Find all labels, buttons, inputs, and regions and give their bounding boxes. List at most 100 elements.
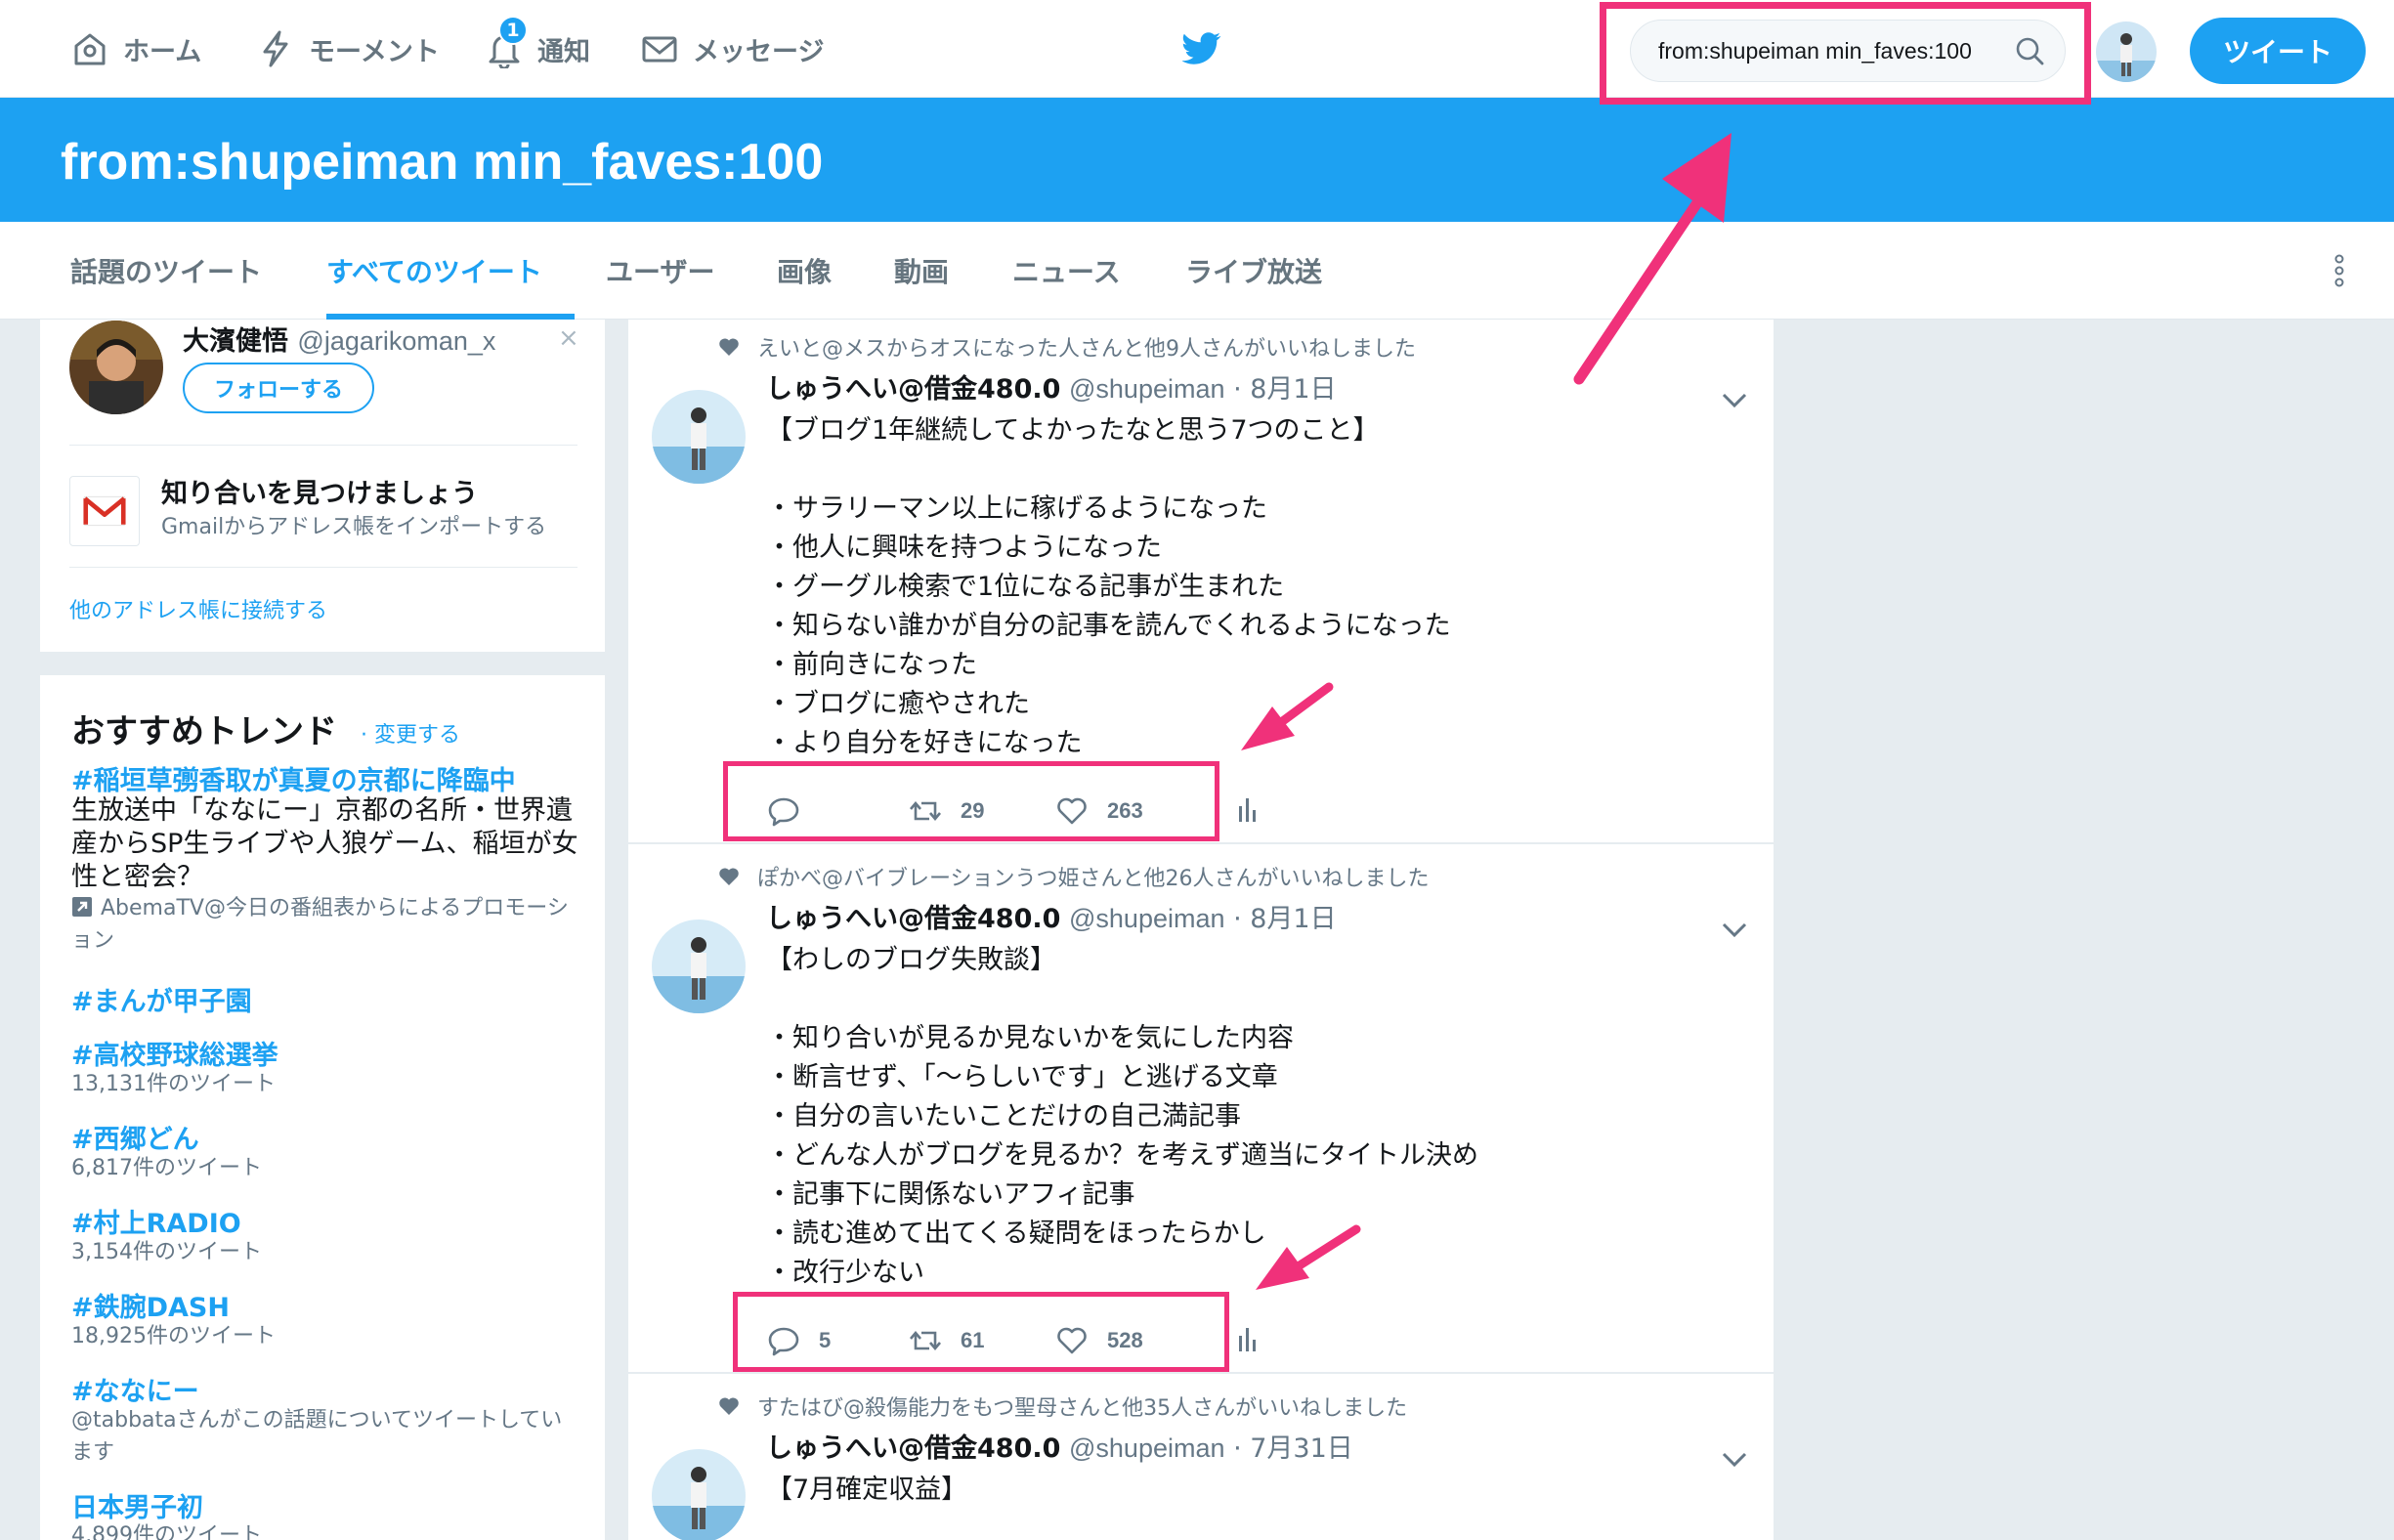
envelope-icon bbox=[642, 36, 677, 63]
tab-videos[interactable]: 動画 bbox=[894, 222, 949, 320]
social-context-text: ぽかべ@バイブレーションうつ姫さんと他26人さんがいいねしました bbox=[757, 867, 1430, 891]
author-avatar-photo-icon bbox=[652, 390, 746, 484]
nav-home[interactable]: ホーム bbox=[70, 0, 201, 98]
trend-count: 18,925件のツイート bbox=[71, 1324, 276, 1348]
trends-card: おすすめトレンド · 変更する #稲垣草彅香取が真夏の京都に降臨中 生放送中「な… bbox=[40, 675, 605, 1540]
tweet-author-name[interactable]: しゅうへい@借金480.0 bbox=[766, 1433, 1060, 1464]
tab-news[interactable]: ニュース bbox=[1012, 222, 1121, 320]
account-avatar[interactable] bbox=[2096, 21, 2157, 82]
tweet[interactable]: すたはび@殺傷能力をもつ聖母さんと他35人さんがいいねしました しゅうへい@借金… bbox=[628, 1390, 1774, 1540]
nav-notifications[interactable]: 1 通知 bbox=[485, 0, 590, 98]
promoted-icon bbox=[72, 897, 92, 917]
trend-item[interactable]: #稲垣草彅香取が真夏の京都に降臨中 bbox=[71, 759, 516, 797]
trend-context: @tabbataさんがこの話題についてツイートしています bbox=[71, 1408, 563, 1465]
tweet-author-handle[interactable]: @shupeiman bbox=[1069, 904, 1225, 933]
tweet-timestamp[interactable]: · 8月1日 bbox=[1233, 904, 1337, 934]
gmail-import-link[interactable]: Gmailからアドレス帳をインポートする bbox=[161, 509, 546, 540]
author-avatar-photo-icon bbox=[652, 920, 746, 1013]
social-context: ぽかべ@バイブレーションうつ姫さんと他26人さんがいいねしました bbox=[718, 861, 1430, 892]
search-highlight-box bbox=[1600, 2, 2091, 105]
find-friends-title: 知り合いを見つけましょう bbox=[161, 479, 478, 509]
tweet-author-handle[interactable]: @shupeiman bbox=[1069, 374, 1225, 404]
social-context-text: すたはび@殺傷能力をもつ聖母さんと他35人さんがいいねしました bbox=[757, 1396, 1408, 1421]
author-avatar-photo-icon bbox=[652, 1449, 746, 1540]
twitter-bird-icon[interactable] bbox=[1182, 32, 1221, 67]
tweet-author-avatar[interactable] bbox=[652, 390, 746, 484]
nav-messages-label: メッセージ bbox=[693, 36, 825, 67]
search-filter-tabs: 話題のツイート すべてのツイート ユーザー 画像 動画 ニュース ライブ放送 bbox=[0, 222, 2394, 320]
nav-home-label: ホーム bbox=[123, 36, 202, 67]
social-context-text: えいと@メスからオスになった人さんと他9人さんがいいねしました bbox=[757, 337, 1416, 362]
analytics-icon[interactable] bbox=[1236, 1324, 1260, 1353]
tweet-text: 【わしのブログ失敗談】 ・知り合いが見るか見ないかを気にした内容 ・断言せず、「… bbox=[766, 945, 1478, 1288]
notification-badge: 1 bbox=[498, 16, 528, 45]
liked-heart-icon bbox=[719, 868, 739, 885]
tab-photos[interactable]: 画像 bbox=[777, 222, 832, 320]
dismiss-suggestion-icon[interactable]: × bbox=[558, 323, 579, 353]
liked-heart-icon bbox=[719, 338, 739, 356]
other-address-book-link[interactable]: 他のアドレス帳に接続する bbox=[69, 593, 327, 624]
more-options-icon[interactable] bbox=[2330, 247, 2349, 294]
nav-messages[interactable]: メッセージ bbox=[640, 0, 824, 98]
liked-heart-icon bbox=[719, 1397, 739, 1415]
suggested-user-name[interactable]: 大濱健悟 bbox=[183, 326, 288, 357]
nav-notifications-label: 通知 bbox=[537, 36, 590, 67]
lightning-icon bbox=[263, 30, 288, 67]
tweet-author-name[interactable]: しゅうへい@借金480.0 bbox=[766, 374, 1060, 405]
social-context: すたはび@殺傷能力をもつ聖母さんと他35人さんがいいねしました bbox=[718, 1390, 1407, 1422]
compose-tweet-button[interactable]: ツイート bbox=[2190, 18, 2366, 84]
tweet-text: 【ブログ1年継続してよかったなと思う7つのこと】 ・サラリーマン以上に稼げるよう… bbox=[766, 415, 1451, 758]
analytics-icon[interactable] bbox=[1236, 794, 1260, 824]
trend-promo-text: AbemaTV@今日の番組表からによるプロモーション bbox=[71, 896, 569, 953]
tab-people[interactable]: ユーザー bbox=[606, 222, 714, 320]
divider bbox=[69, 567, 577, 568]
trend-item[interactable]: #村上RADIO bbox=[71, 1202, 241, 1240]
trend-item[interactable]: #高校野球総選挙 bbox=[71, 1034, 278, 1072]
bell-icon-wrap: 1 bbox=[485, 16, 528, 68]
chevron-down-icon[interactable] bbox=[1721, 392, 1748, 409]
trend-item[interactable]: #ななにー bbox=[71, 1370, 199, 1408]
tweet-author-handle[interactable]: @shupeiman bbox=[1069, 1433, 1225, 1463]
tweet-header: しゅうへい@借金480.0 @shupeiman · 8月1日 bbox=[766, 902, 1337, 936]
who-to-follow-card: 大濱健悟 @jagarikoman_x × フォローする 知り合いを見つけましょ… bbox=[40, 320, 605, 652]
trend-count: 13,131件のツイート bbox=[71, 1072, 276, 1096]
tweet-author-avatar[interactable] bbox=[652, 1449, 746, 1540]
nav-moments[interactable]: モーメント bbox=[256, 0, 440, 98]
nav-moments-label: モーメント bbox=[309, 36, 440, 67]
trend-count: 4,899件のツイート bbox=[71, 1523, 262, 1540]
gmail-icon bbox=[83, 495, 126, 527]
engagement-highlight-box bbox=[723, 761, 1219, 841]
suggested-avatar-photo-icon bbox=[69, 321, 163, 414]
chevron-down-icon[interactable] bbox=[1721, 1451, 1748, 1469]
tweet-timestamp[interactable]: · 8月1日 bbox=[1233, 374, 1337, 405]
change-trends-link[interactable]: · 変更する bbox=[361, 717, 460, 749]
tweet-divider bbox=[628, 842, 1774, 844]
trend-promo-line: AbemaTV@今日の番組表からによるプロモーション bbox=[71, 892, 579, 957]
query-title: from:shupeiman min_faves:100 bbox=[61, 134, 824, 191]
tweet-header: しゅうへい@借金480.0 @shupeiman · 8月1日 bbox=[766, 372, 1337, 406]
tab-top[interactable]: 話題のツイート bbox=[70, 222, 262, 320]
suggested-user-avatar[interactable] bbox=[69, 321, 163, 414]
search-query-header: from:shupeiman min_faves:100 bbox=[0, 98, 2394, 222]
tweet-author-avatar[interactable] bbox=[652, 920, 746, 1013]
trend-item[interactable]: #西郷どん bbox=[71, 1118, 199, 1156]
follow-button[interactable]: フォローする bbox=[183, 363, 374, 413]
trend-count: 6,817件のツイート bbox=[71, 1156, 262, 1180]
trend-item[interactable]: #鉄腕DASH bbox=[71, 1286, 230, 1324]
engagement-highlight-box bbox=[733, 1292, 1229, 1372]
trends-title: おすすめトレンド bbox=[71, 712, 337, 751]
tweet-timestamp[interactable]: · 7月31日 bbox=[1233, 1433, 1353, 1464]
tweet-divider bbox=[628, 1372, 1774, 1374]
chevron-down-icon[interactable] bbox=[1721, 921, 1748, 939]
tweet-author-name[interactable]: しゅうへい@借金480.0 bbox=[766, 904, 1060, 934]
tab-broadcasts[interactable]: ライブ放送 bbox=[1185, 222, 1322, 320]
suggested-user-name-line: 大濱健悟 @jagarikoman_x bbox=[183, 320, 495, 358]
suggested-user-handle: @jagarikoman_x bbox=[297, 326, 496, 356]
trend-item[interactable]: #まんが甲子園 bbox=[71, 980, 252, 1018]
avatar-photo-icon bbox=[2096, 21, 2157, 82]
gmail-import-button[interactable] bbox=[69, 476, 140, 546]
tweet-header: しゅうへい@借金480.0 @shupeiman · 7月31日 bbox=[766, 1432, 1353, 1466]
tab-latest[interactable]: すべてのツイート bbox=[326, 222, 542, 320]
trend-count: 3,154件のツイート bbox=[71, 1240, 262, 1264]
social-context: えいと@メスからオスになった人さんと他9人さんがいいねしました bbox=[718, 331, 1416, 363]
